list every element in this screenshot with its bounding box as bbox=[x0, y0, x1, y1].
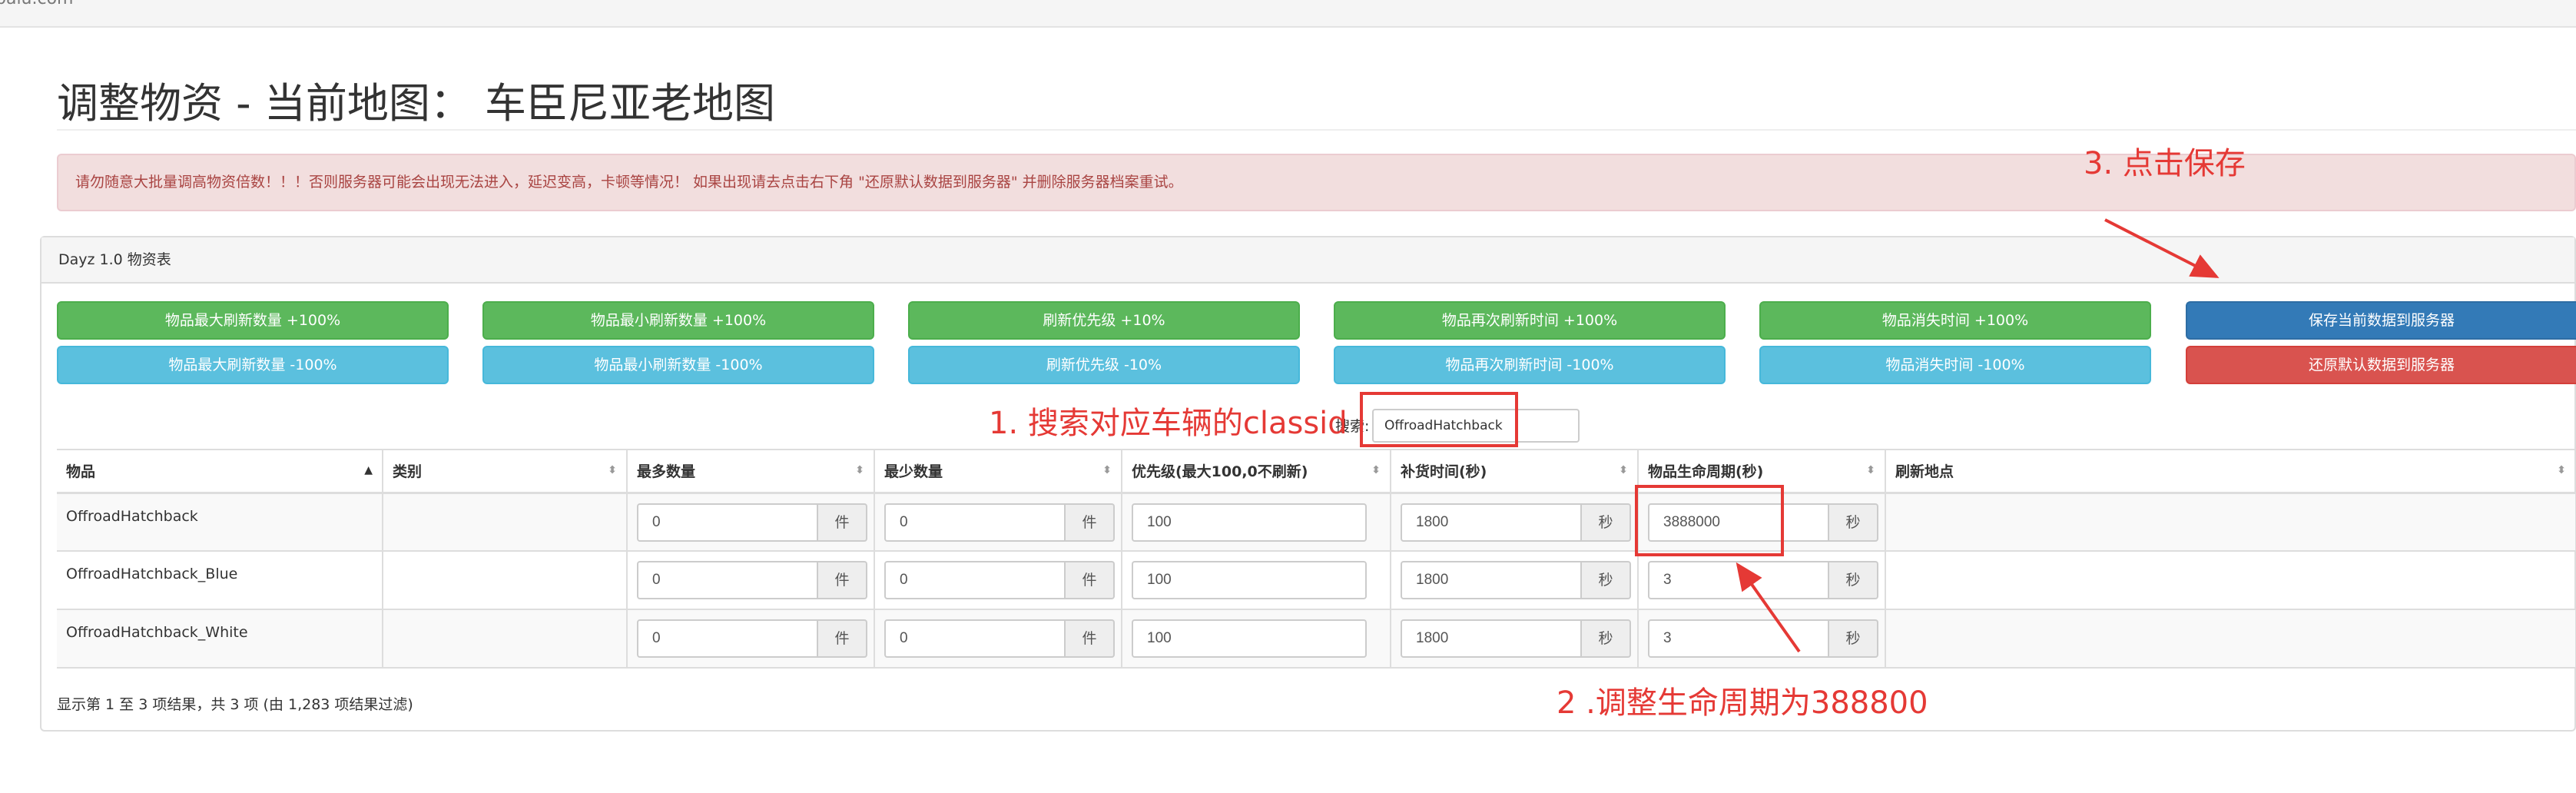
annotation-arrows bbox=[1736, 218, 2220, 653]
arrow-to-lifetime-input bbox=[1736, 562, 1801, 653]
arrow-to-save-button bbox=[2104, 218, 2220, 278]
